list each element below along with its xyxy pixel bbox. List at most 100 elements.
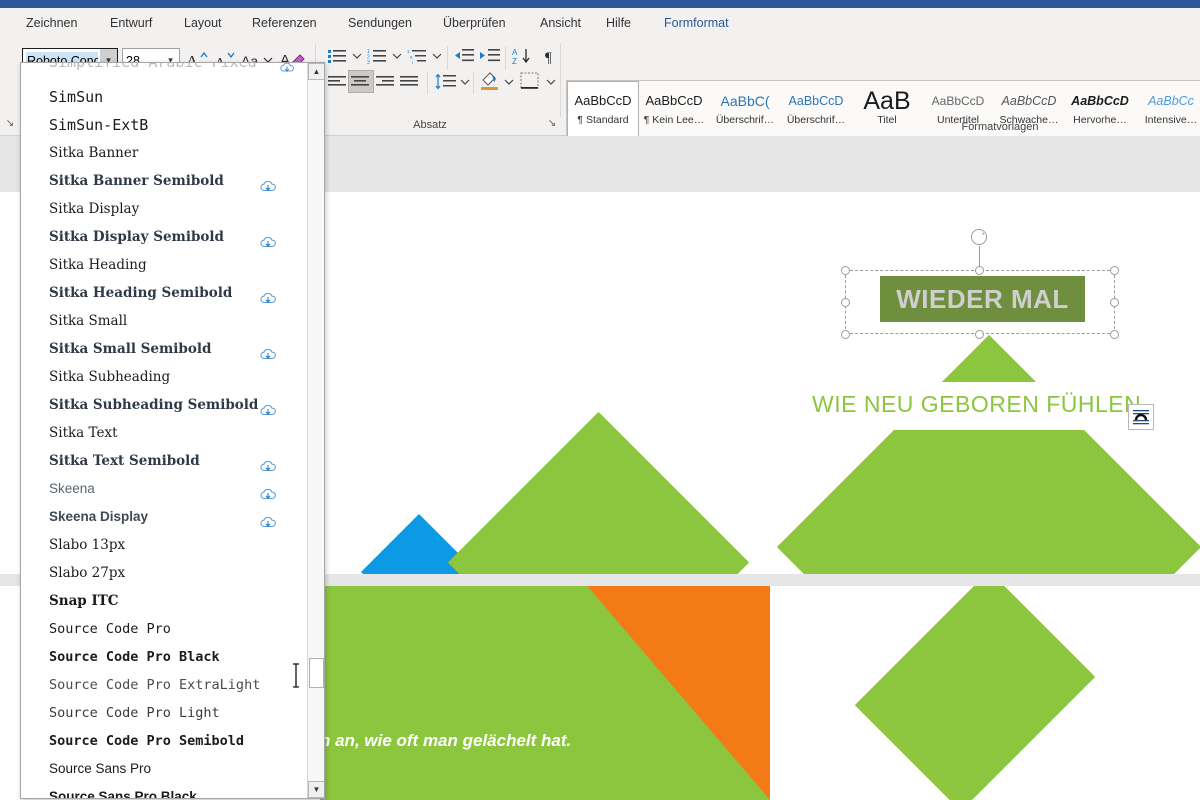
font-list-item[interactable]: Snap ITC (21, 587, 309, 615)
font-list-item[interactable]: Source Code Pro Light (21, 699, 309, 727)
font-list-item[interactable]: Source Sans Pro Black (21, 783, 309, 798)
font-list-item-label: Skeena (49, 481, 95, 496)
handle-bottom-center[interactable] (975, 330, 984, 339)
font-dropdown-clipped-item[interactable]: Simplified Arabic Fixed (21, 63, 309, 83)
line-spacing-dropdown-arrow[interactable] (458, 72, 472, 92)
align-left-icon[interactable] (326, 72, 350, 92)
font-list-item[interactable]: Sitka Text Semibold (21, 447, 309, 475)
shape-green-diamond-large[interactable] (447, 411, 750, 574)
decrease-indent-icon[interactable] (452, 46, 476, 66)
handle-bottom-left[interactable] (841, 330, 850, 339)
font-list-item[interactable]: Sitka Subheading (21, 363, 309, 391)
handle-middle-left[interactable] (841, 298, 850, 307)
font-list-item[interactable]: Sitka Banner (21, 139, 309, 167)
font-list-item[interactable]: Sitka Heading Semibold (21, 279, 309, 307)
cloud-download-icon[interactable] (260, 285, 293, 304)
handle-top-left[interactable] (841, 266, 850, 275)
font-list-item[interactable]: Sitka Text (21, 419, 309, 447)
style-item[interactable]: AaBbCcD Überschrif… (780, 81, 852, 137)
cloud-download-icon[interactable] (260, 397, 293, 416)
shading-icon[interactable] (478, 70, 502, 92)
font-list-item[interactable]: Sitka Display (21, 195, 309, 223)
font-list-item[interactable]: Source Code Pro (21, 615, 309, 643)
font-list-item[interactable]: Sitka Heading (21, 251, 309, 279)
rotate-handle[interactable] (971, 229, 987, 245)
svg-text:3: 3 (367, 60, 370, 64)
paragraph-dialog-launcher[interactable]: ↘ (546, 118, 558, 130)
style-item[interactable]: AaBbCcD ¶ Standard (567, 81, 639, 137)
shape-green-diamond-right[interactable] (776, 334, 1200, 574)
ribbon-tab-hilfe[interactable]: Hilfe (600, 8, 637, 38)
scroll-down-button[interactable]: ▼ (308, 781, 324, 798)
increase-indent-icon[interactable] (478, 46, 502, 66)
font-list-item[interactable]: SimSun-ExtB (21, 111, 309, 139)
ribbon-tab-entwurf[interactable]: Entwurf (104, 8, 158, 38)
font-list-item[interactable]: Source Code Pro Semibold (21, 727, 309, 755)
font-list-item-label: Skeena Display (49, 509, 149, 524)
font-list-item[interactable]: Slabo 13px (21, 531, 309, 559)
sort-icon[interactable]: A Z (510, 46, 534, 66)
style-item[interactable]: AaBbCcD ¶ Kein Lee… (638, 81, 710, 137)
font-list-item[interactable]: Sitka Subheading Semibold (21, 391, 309, 419)
bullets-icon[interactable] (326, 46, 350, 66)
layout-options-icon[interactable] (1128, 404, 1154, 430)
numbering-dropdown-arrow[interactable] (390, 46, 404, 66)
handle-bottom-right[interactable] (1110, 330, 1119, 339)
ribbon-tab-formformat[interactable]: Formformat (658, 8, 735, 38)
font-list-item[interactable]: Slabo 27px (21, 559, 309, 587)
style-item[interactable]: AaBbCc Intensive… (1135, 81, 1200, 137)
line-spacing-icon[interactable] (434, 72, 458, 92)
borders-icon[interactable] (518, 71, 542, 91)
font-dropdown-scrollbar[interactable]: ▲ ▼ (307, 63, 324, 798)
font-name-dropdown-list[interactable]: Simplified Arabic Fixed SimSun SimSun-Ext… (20, 62, 325, 799)
scrollbar-thumb[interactable] (309, 658, 324, 688)
cloud-download-icon[interactable] (260, 509, 293, 528)
align-right-icon[interactable] (374, 72, 398, 92)
font-list-item[interactable]: Source Sans Pro (21, 755, 309, 783)
ribbon-tab-überprüfen[interactable]: Überprüfen (437, 8, 512, 38)
font-list-item[interactable]: Source Code Pro ExtraLight (21, 671, 309, 699)
shading-dropdown-arrow[interactable] (502, 72, 516, 92)
style-name: Intensive… (1144, 114, 1198, 126)
cloud-download-icon[interactable] (260, 173, 293, 192)
multilevel-list-icon[interactable]: 1 a i (406, 46, 430, 66)
font-list-item[interactable]: Skeena Display (21, 503, 309, 531)
scroll-up-button[interactable]: ▲ (308, 63, 324, 80)
handle-top-right[interactable] (1110, 266, 1119, 275)
font-list-item[interactable]: Sitka Banner Semibold (21, 167, 309, 195)
align-center-icon[interactable] (348, 70, 374, 93)
bullets-dropdown-arrow[interactable] (350, 46, 364, 66)
cloud-download-icon[interactable] (260, 481, 293, 500)
shape-green-diamond-bottom[interactable] (854, 586, 1096, 800)
ribbon-tab-referenzen[interactable]: Referenzen (246, 8, 323, 38)
font-list-item[interactable]: SimSun (21, 83, 309, 111)
selected-textbox-text[interactable]: WIEDER MAL (880, 276, 1085, 322)
ribbon-tab-zeichnen[interactable]: Zeichnen (20, 8, 83, 38)
font-list-item-label: Source Code Pro Black (49, 649, 220, 665)
styles-gallery[interactable]: AaBbCcD ¶ Standard AaBbCcD ¶ Kein Lee… AaBbC… (566, 80, 1200, 138)
style-preview: AaBbCcD (1071, 94, 1129, 108)
font-list-item-label: Source Code Pro Semibold (49, 733, 245, 749)
font-list-item[interactable]: Sitka Small Semibold (21, 335, 309, 363)
style-item[interactable]: AaBbC(Überschrif… (709, 81, 781, 137)
numbering-icon[interactable]: 1 2 3 (366, 46, 390, 66)
font-list-item[interactable]: Sitka Small (21, 307, 309, 335)
handle-top-center[interactable] (975, 266, 984, 275)
style-preview: AaBbCcD (788, 94, 844, 108)
font-list-item[interactable]: Skeena (21, 475, 309, 503)
ribbon-tab-layout[interactable]: Layout (178, 8, 228, 38)
cloud-download-icon[interactable] (260, 453, 293, 472)
cloud-download-icon[interactable] (260, 341, 293, 360)
handle-middle-right[interactable] (1110, 298, 1119, 307)
ribbon-tab-sendungen[interactable]: Sendungen (342, 8, 418, 38)
borders-dropdown-arrow[interactable] (544, 72, 558, 92)
font-list-item[interactable]: Source Code Pro Black (21, 643, 309, 671)
document-subtitle[interactable]: WIE NEU GEBOREN FÜHLEN (812, 386, 1152, 422)
ribbon-tab-ansicht[interactable]: Ansicht (534, 8, 587, 38)
document-body-text[interactable]: h an, wie oft man gelächelt hat. (320, 726, 760, 756)
font-dialog-launcher[interactable]: ↘ (4, 118, 16, 130)
cloud-download-icon[interactable] (260, 229, 293, 248)
justify-icon[interactable] (398, 72, 422, 92)
multilevel-dropdown-arrow[interactable] (430, 46, 444, 66)
font-list-item[interactable]: Sitka Display Semibold (21, 223, 309, 251)
